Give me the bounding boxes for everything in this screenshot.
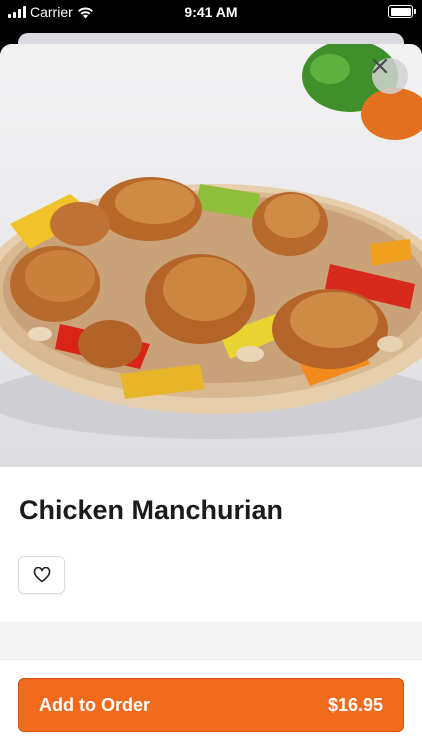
add-to-order-label: Add to Order [39, 694, 150, 715]
battery-icon [388, 5, 416, 18]
status-time: 9:41 AM [184, 4, 238, 20]
item-detail-sheet: Chicken Manchurian Add to Order $16.95 [0, 44, 422, 750]
close-icon [372, 58, 388, 74]
food-image [0, 44, 422, 467]
item-title: Chicken Manchurian [19, 495, 284, 525]
add-to-order-button[interactable]: Add to Order $16.95 [18, 678, 404, 732]
heart-outline-icon [33, 567, 50, 583]
status-bar: Carrier 9:41 AM [0, 0, 422, 26]
order-price: $16.95 [327, 694, 383, 715]
close-button[interactable] [372, 58, 408, 94]
section-divider [0, 622, 422, 660]
favorite-button[interactable] [18, 556, 65, 594]
